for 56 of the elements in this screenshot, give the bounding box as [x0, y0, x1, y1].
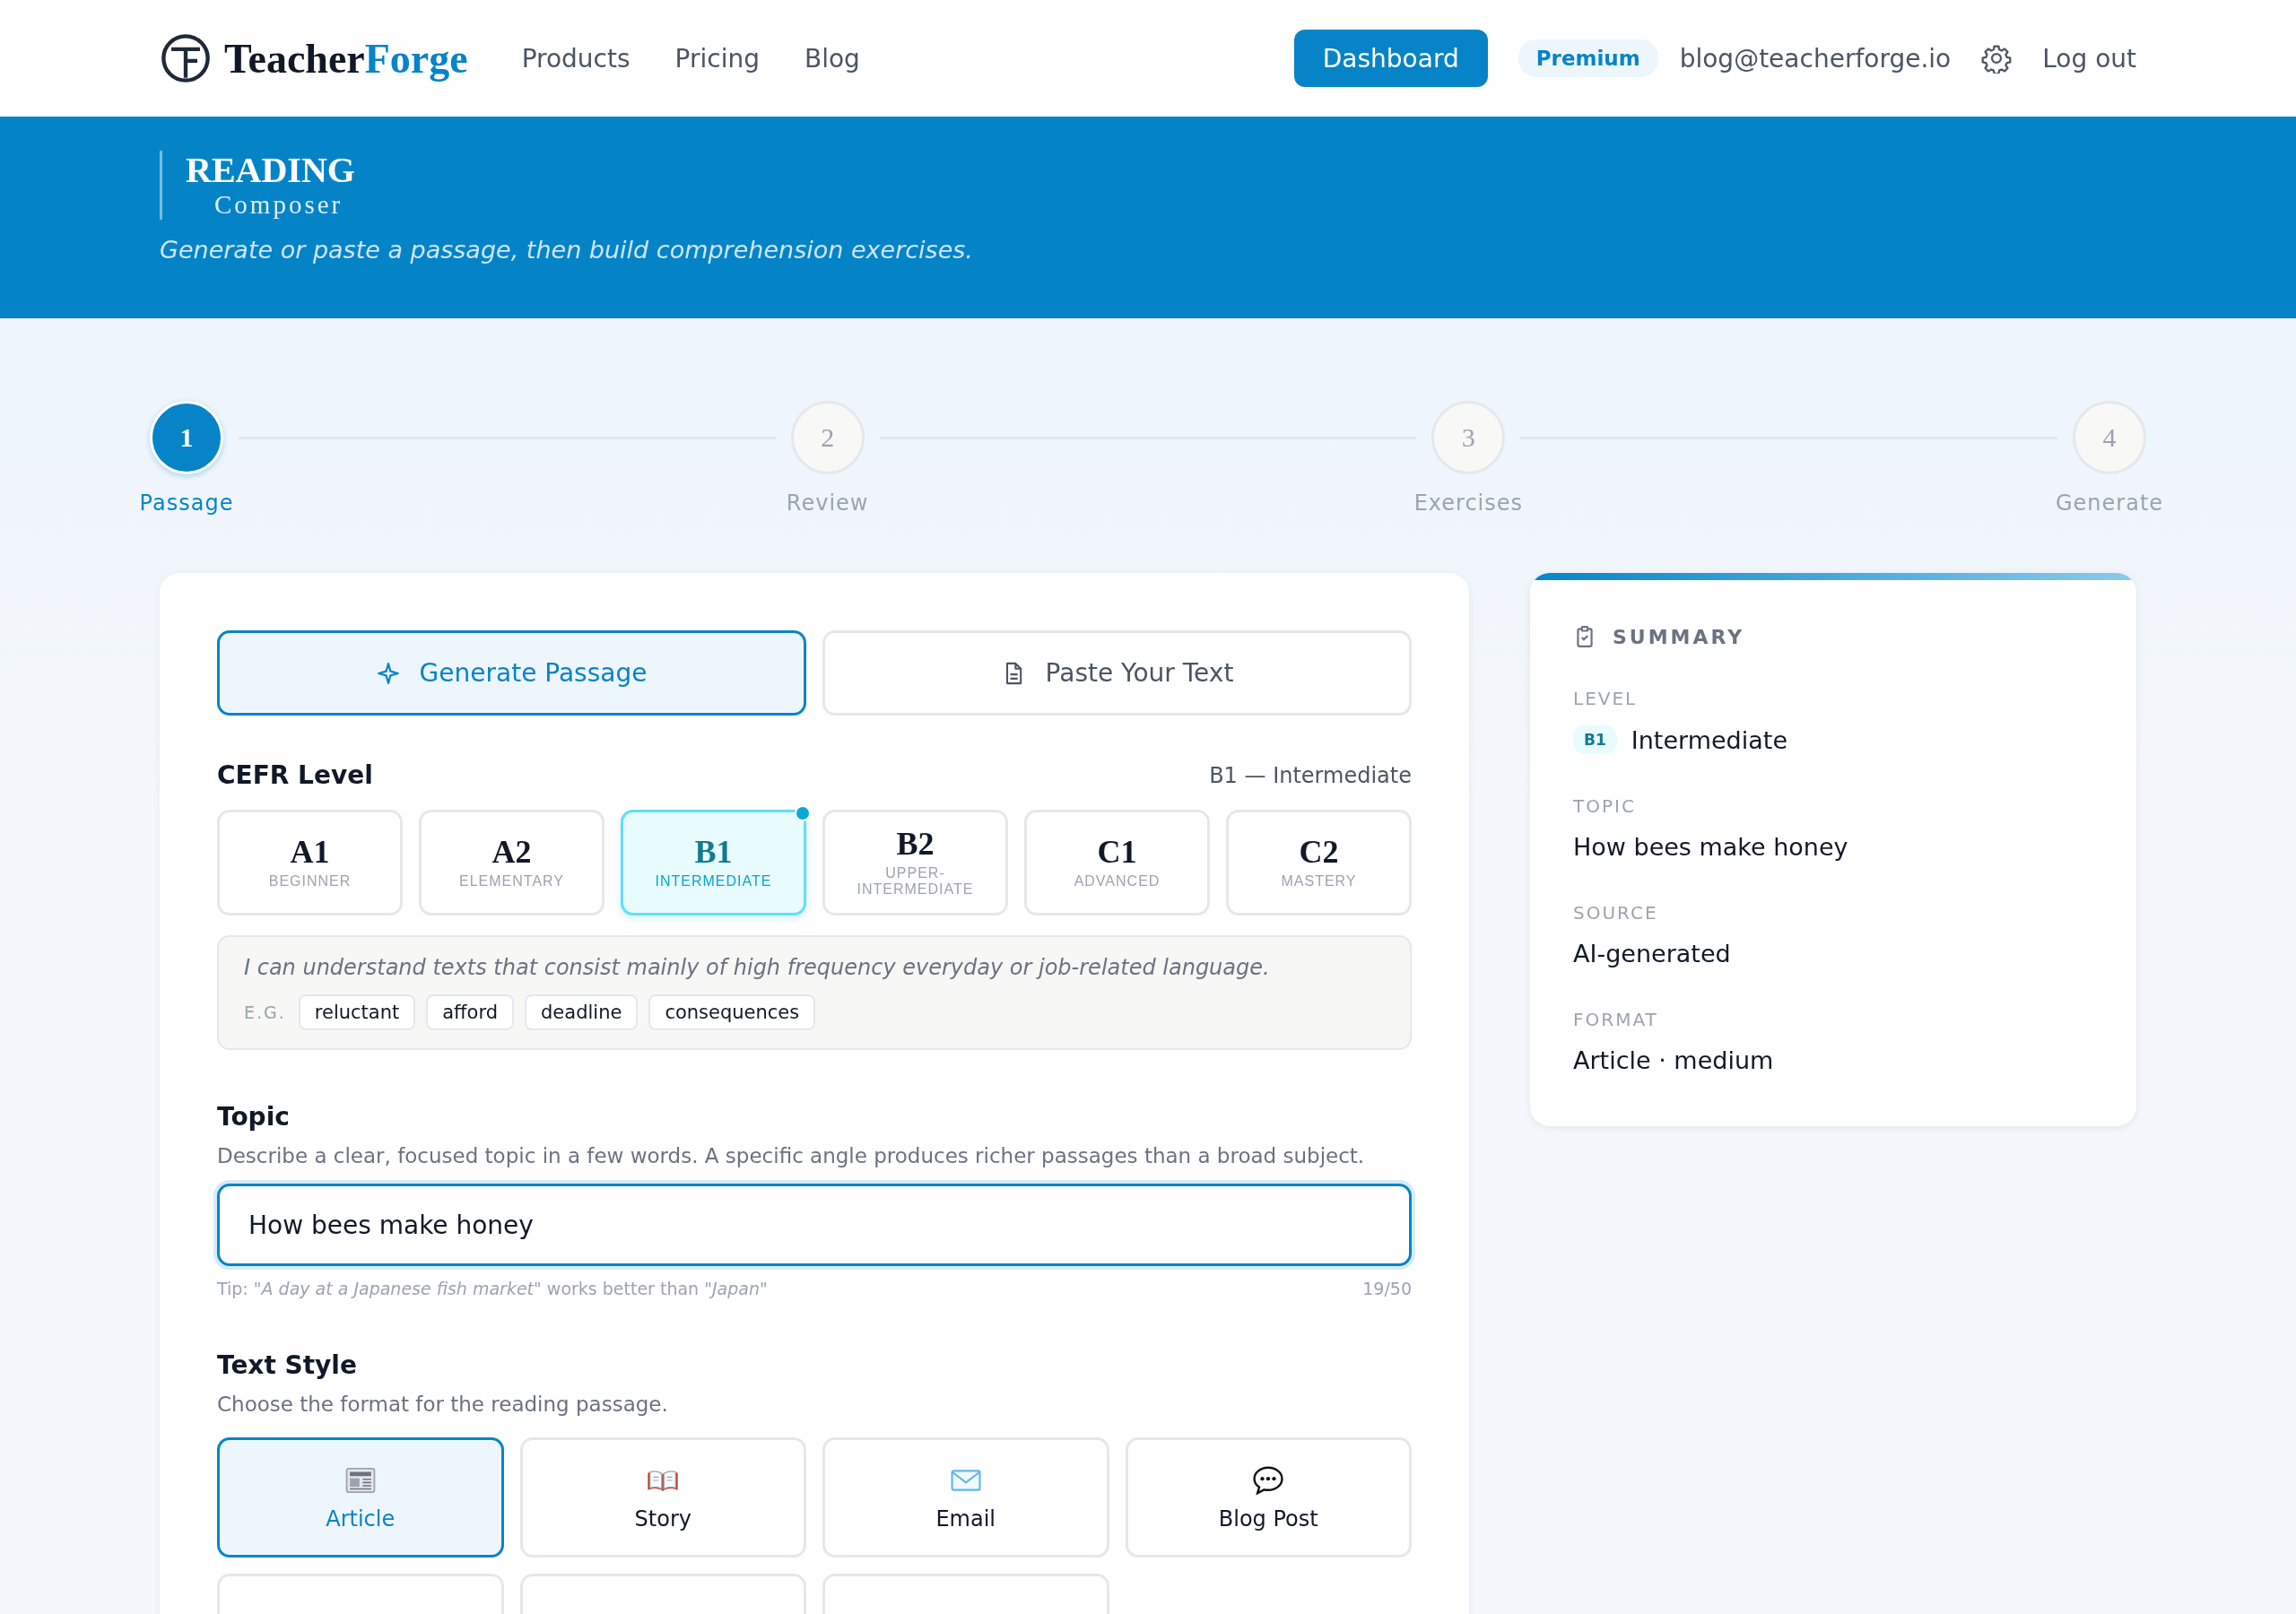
logo-icon: [160, 32, 212, 84]
summary-label: SOURCE: [1573, 902, 1659, 924]
level-option[interactable]: B2 UPPER-INTERMEDIATE: [822, 810, 1008, 915]
example-word-chip: reluctant: [298, 994, 416, 1030]
dashboard-button[interactable]: Dashboard: [1293, 30, 1488, 87]
example-word-chip: consequences: [648, 994, 816, 1030]
level-option[interactable]: C2 MASTERY: [1226, 810, 1412, 915]
step-label: Exercises: [1413, 490, 1524, 516]
style-option[interactable]: Email: [822, 1437, 1109, 1558]
logo-wordmark[interactable]: TeacherForge: [224, 34, 468, 82]
mode-tab[interactable]: Paste Your Text: [822, 630, 1412, 716]
examples-label: E.G.: [244, 1002, 286, 1022]
summary-value: Intermediate: [1631, 725, 1787, 754]
section-hint: Describe a clear, focused topic in a few words. A specific angle produces richer passages than a broad subject.: [217, 1144, 1366, 1167]
premium-badge: Premium: [1518, 39, 1658, 77]
style-option[interactable]: Blog Post: [1125, 1437, 1412, 1558]
section-title: Text Style: [217, 1350, 358, 1380]
level-option[interactable]: C1 ADVANCED: [1024, 810, 1210, 915]
summary-value: AI-generated: [1573, 940, 1731, 968]
account-email: blog@teacherforge.io: [1679, 43, 1952, 74]
topic-input-field[interactable]: How bees make honey: [217, 1184, 1412, 1266]
step-label: Review: [786, 490, 869, 516]
nav-link[interactable]: Blog: [804, 43, 860, 74]
selected-dot-icon: [795, 805, 811, 821]
tip-text: Tip: "A day at a Japanese fish market" works better than "Japan": [217, 1279, 768, 1298]
level-option[interactable]: A2 ELEMENTARY: [419, 810, 604, 915]
page-subtitle: Composer: [214, 190, 344, 221]
nav-link[interactable]: Pricing: [674, 43, 760, 74]
summary-value: How bees make honey: [1573, 833, 1848, 861]
level-option[interactable]: A1 BEGINNER: [217, 810, 403, 915]
example-word-chip: afford: [426, 994, 515, 1030]
summary-label: TOPIC: [1573, 795, 1637, 817]
level-description: I can understand texts that consist mainly of high frequency everyday or job-related language.: [244, 955, 1271, 980]
settings-icon[interactable]: [1981, 43, 2013, 74]
section-title: CEFR Level: [217, 760, 373, 790]
step-label: Passage: [139, 490, 234, 516]
page-title: READING: [186, 151, 355, 190]
sparkle-icon: [376, 661, 400, 685]
mode-tab[interactable]: Generate Passage: [217, 630, 806, 716]
step-label: Generate: [2055, 490, 2164, 516]
summary-value: Article · medium: [1573, 1046, 1774, 1074]
page-description: Generate or paste a passage, then build comprehension exercises.: [160, 236, 974, 265]
summary-label: LEVEL: [1573, 688, 1639, 709]
summary-label: FORMAT: [1573, 1009, 1659, 1030]
section-title: Topic: [217, 1102, 291, 1132]
selected-level-text: B1 — Intermediate: [1209, 762, 1412, 788]
summary-title: SUMMARY: [1613, 625, 1745, 648]
level-badge: B1: [1573, 725, 1617, 754]
step-number[interactable]: 1: [150, 401, 223, 474]
style-option[interactable]: Article: [217, 1437, 504, 1558]
nav-link[interactable]: Products: [521, 43, 631, 74]
section-hint: Choose the format for the reading passage.: [217, 1393, 669, 1416]
logout-link[interactable]: Log out: [2042, 43, 2136, 74]
character-count: 19/50: [1362, 1279, 1412, 1298]
style-option[interactable]: Story: [519, 1437, 806, 1558]
example-word-chip: deadline: [525, 994, 639, 1030]
